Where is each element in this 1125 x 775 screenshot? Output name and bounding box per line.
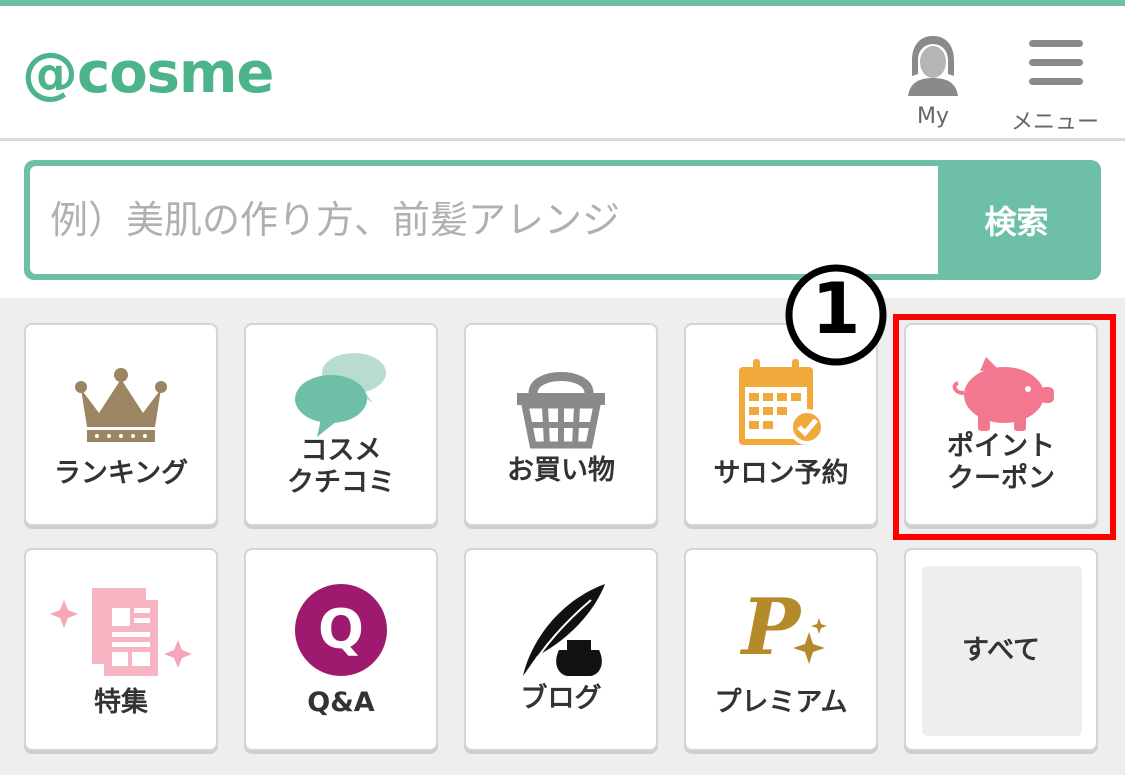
premium-p-icon: P: [740, 582, 827, 673]
tile-premium-label: プレミアム: [714, 687, 848, 718]
tile-premium[interactable]: P プレミアム: [684, 548, 878, 751]
magazine-icon: [50, 588, 192, 676]
tile-all[interactable]: すべて: [904, 548, 1098, 751]
tile-qa-label: Q&A: [307, 687, 375, 718]
basket-icon: [517, 372, 605, 449]
tile-cosme-reviews[interactable]: コスメ クチコミ: [244, 323, 438, 526]
tile-qa[interactable]: Q Q&A: [244, 548, 438, 751]
menu-label: メニュー: [1010, 110, 1099, 135]
cosme-logo[interactable]: @cosme: [22, 46, 274, 102]
tile-all-label: すべて: [961, 635, 1041, 666]
tile-cosme-reviews-label: コスメ クチコミ: [287, 435, 395, 499]
crown-icon: [75, 368, 167, 442]
tile-ranking[interactable]: ランキング: [24, 323, 218, 526]
svg-text:P: P: [740, 582, 803, 673]
step-number: 1: [811, 268, 861, 350]
highlight-box: [893, 314, 1116, 540]
tile-ranking-label: ランキング: [53, 458, 189, 489]
search-button[interactable]: 検索: [938, 166, 1095, 274]
step-marker: 1: [783, 262, 889, 368]
calendar-icon: [739, 359, 825, 445]
quill-pen-icon: [523, 584, 605, 676]
search-input[interactable]: [30, 166, 938, 274]
tile-features[interactable]: 特集: [24, 548, 218, 751]
search-bar: 検索: [24, 160, 1101, 280]
tile-shopping[interactable]: お買い物: [464, 323, 658, 526]
my-label: My: [916, 104, 949, 129]
qa-icon: Q: [295, 584, 387, 676]
user-avatar-icon: [908, 36, 958, 96]
tile-blog-label: ブログ: [520, 683, 602, 714]
my-page-button[interactable]: My: [888, 30, 978, 140]
svg-text:Q: Q: [318, 598, 364, 661]
tile-shopping-label: お買い物: [507, 455, 615, 486]
menu-button[interactable]: メニュー: [1010, 30, 1100, 140]
tile-blog[interactable]: ブログ: [464, 548, 658, 751]
site-header: @cosme My メニュー: [0, 6, 1125, 141]
hamburger-icon: [1029, 40, 1083, 86]
tile-salon-booking-label: サロン予約: [713, 458, 849, 489]
speech-bubbles-icon: [295, 353, 386, 437]
tile-features-label: 特集: [94, 687, 148, 718]
